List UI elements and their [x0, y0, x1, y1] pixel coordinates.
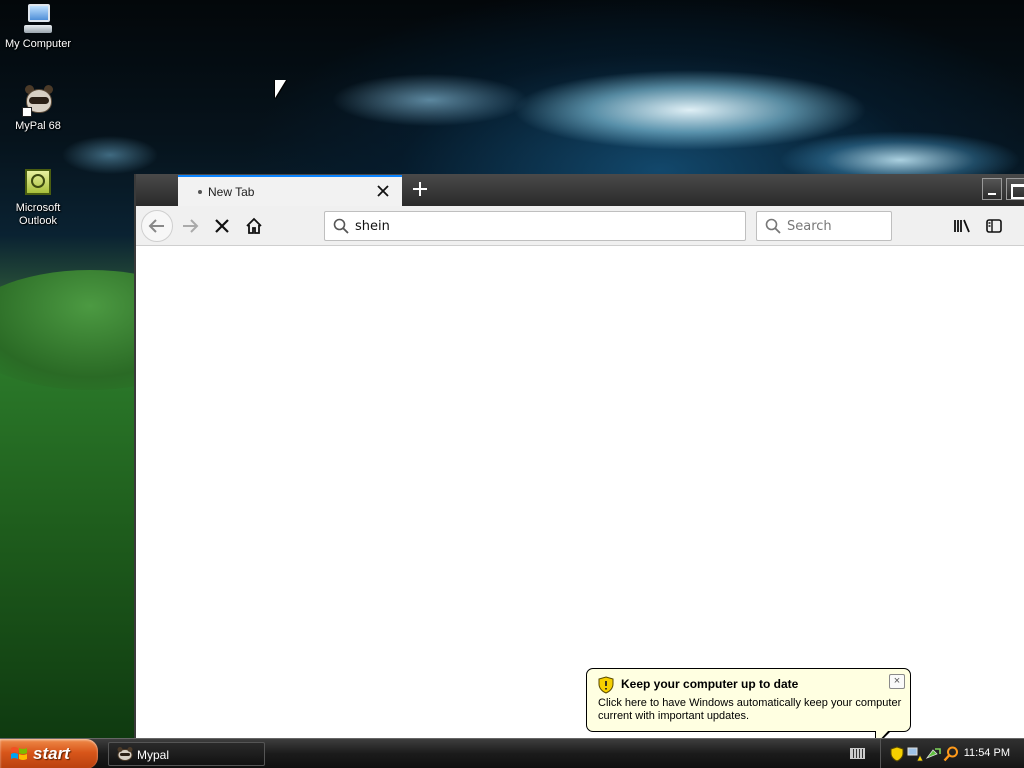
- desktop-icon-mypal[interactable]: MyPal 68: [0, 85, 76, 133]
- balloon-close-button[interactable]: ×: [889, 674, 905, 689]
- library-icon: [954, 219, 970, 233]
- outlook-icon: [22, 167, 54, 199]
- desktop-icon-label: Microsoft Outlook: [15, 202, 61, 227]
- mypal-raccoon-icon: [117, 747, 133, 761]
- security-shield-icon: [598, 676, 614, 694]
- safely-remove-hardware-icon[interactable]: [925, 746, 941, 762]
- sidebar-toggle-button[interactable]: [978, 210, 1010, 242]
- mouse-cursor-icon: [275, 80, 286, 98]
- start-button[interactable]: start: [0, 739, 98, 768]
- close-icon: [377, 185, 389, 197]
- forward-button[interactable]: [174, 210, 206, 242]
- home-button[interactable]: [238, 210, 270, 242]
- desktop-icon-outlook[interactable]: Microsoft Outlook: [0, 167, 76, 228]
- tab-loading-dot-icon: [198, 190, 202, 194]
- desktop-icon-label: My Computer: [4, 38, 72, 50]
- forward-arrow-icon: [183, 219, 199, 233]
- desktop-icon-my-computer[interactable]: My Computer: [0, 3, 76, 51]
- minimize-button[interactable]: [982, 178, 1002, 200]
- library-button[interactable]: [946, 210, 978, 242]
- balloon-title: Keep your computer up to date: [621, 677, 799, 691]
- taskbar-item-label: Mypal: [137, 748, 170, 762]
- mypal-raccoon-icon: [22, 85, 54, 117]
- my-computer-icon: [22, 3, 54, 35]
- home-icon: [246, 217, 262, 234]
- page-content[interactable]: [136, 246, 1024, 738]
- stop-button[interactable]: [206, 210, 238, 242]
- tab-title: New Tab: [208, 185, 255, 199]
- taskbar-clock[interactable]: 11:54 PM: [964, 747, 1010, 759]
- search-bar[interactable]: [756, 211, 892, 241]
- update-notification-balloon[interactable]: Keep your computer up to date Click here…: [586, 668, 911, 747]
- new-tab-button[interactable]: [408, 177, 432, 201]
- security-shield-icon[interactable]: [889, 746, 905, 762]
- plus-icon: [413, 182, 427, 196]
- navigation-toolbar: [136, 206, 1024, 246]
- search-icon[interactable]: [943, 746, 959, 762]
- windows-flag-icon: [11, 747, 27, 760]
- taskbar-item-mypal[interactable]: Mypal: [108, 742, 265, 766]
- network-warning-icon[interactable]: [907, 746, 923, 762]
- balloon-body: Click here to have Windows automatically…: [598, 697, 902, 722]
- tab-strip: New Tab: [136, 174, 1024, 206]
- stop-x-icon: [215, 219, 229, 233]
- search-icon: [765, 218, 781, 234]
- start-label: start: [33, 744, 70, 763]
- maximize-button[interactable]: [1006, 178, 1024, 200]
- url-input[interactable]: [355, 215, 735, 237]
- desktop-icon-label: MyPal 68: [15, 120, 61, 132]
- back-arrow-icon: [148, 219, 164, 233]
- sidebar-icon: [986, 219, 1002, 233]
- browser-window: New Tab: [134, 174, 1024, 738]
- back-button[interactable]: [141, 210, 173, 242]
- search-icon: [333, 218, 349, 234]
- url-bar[interactable]: [324, 211, 746, 241]
- taskbar: start Mypal 11:54 PM: [0, 738, 1024, 768]
- tab-close-button[interactable]: [374, 181, 392, 201]
- keyboard-language-icon[interactable]: [850, 748, 865, 759]
- system-tray: 11:54 PM: [880, 739, 1024, 768]
- search-input[interactable]: [787, 215, 887, 237]
- tab-new-tab[interactable]: New Tab: [178, 175, 402, 206]
